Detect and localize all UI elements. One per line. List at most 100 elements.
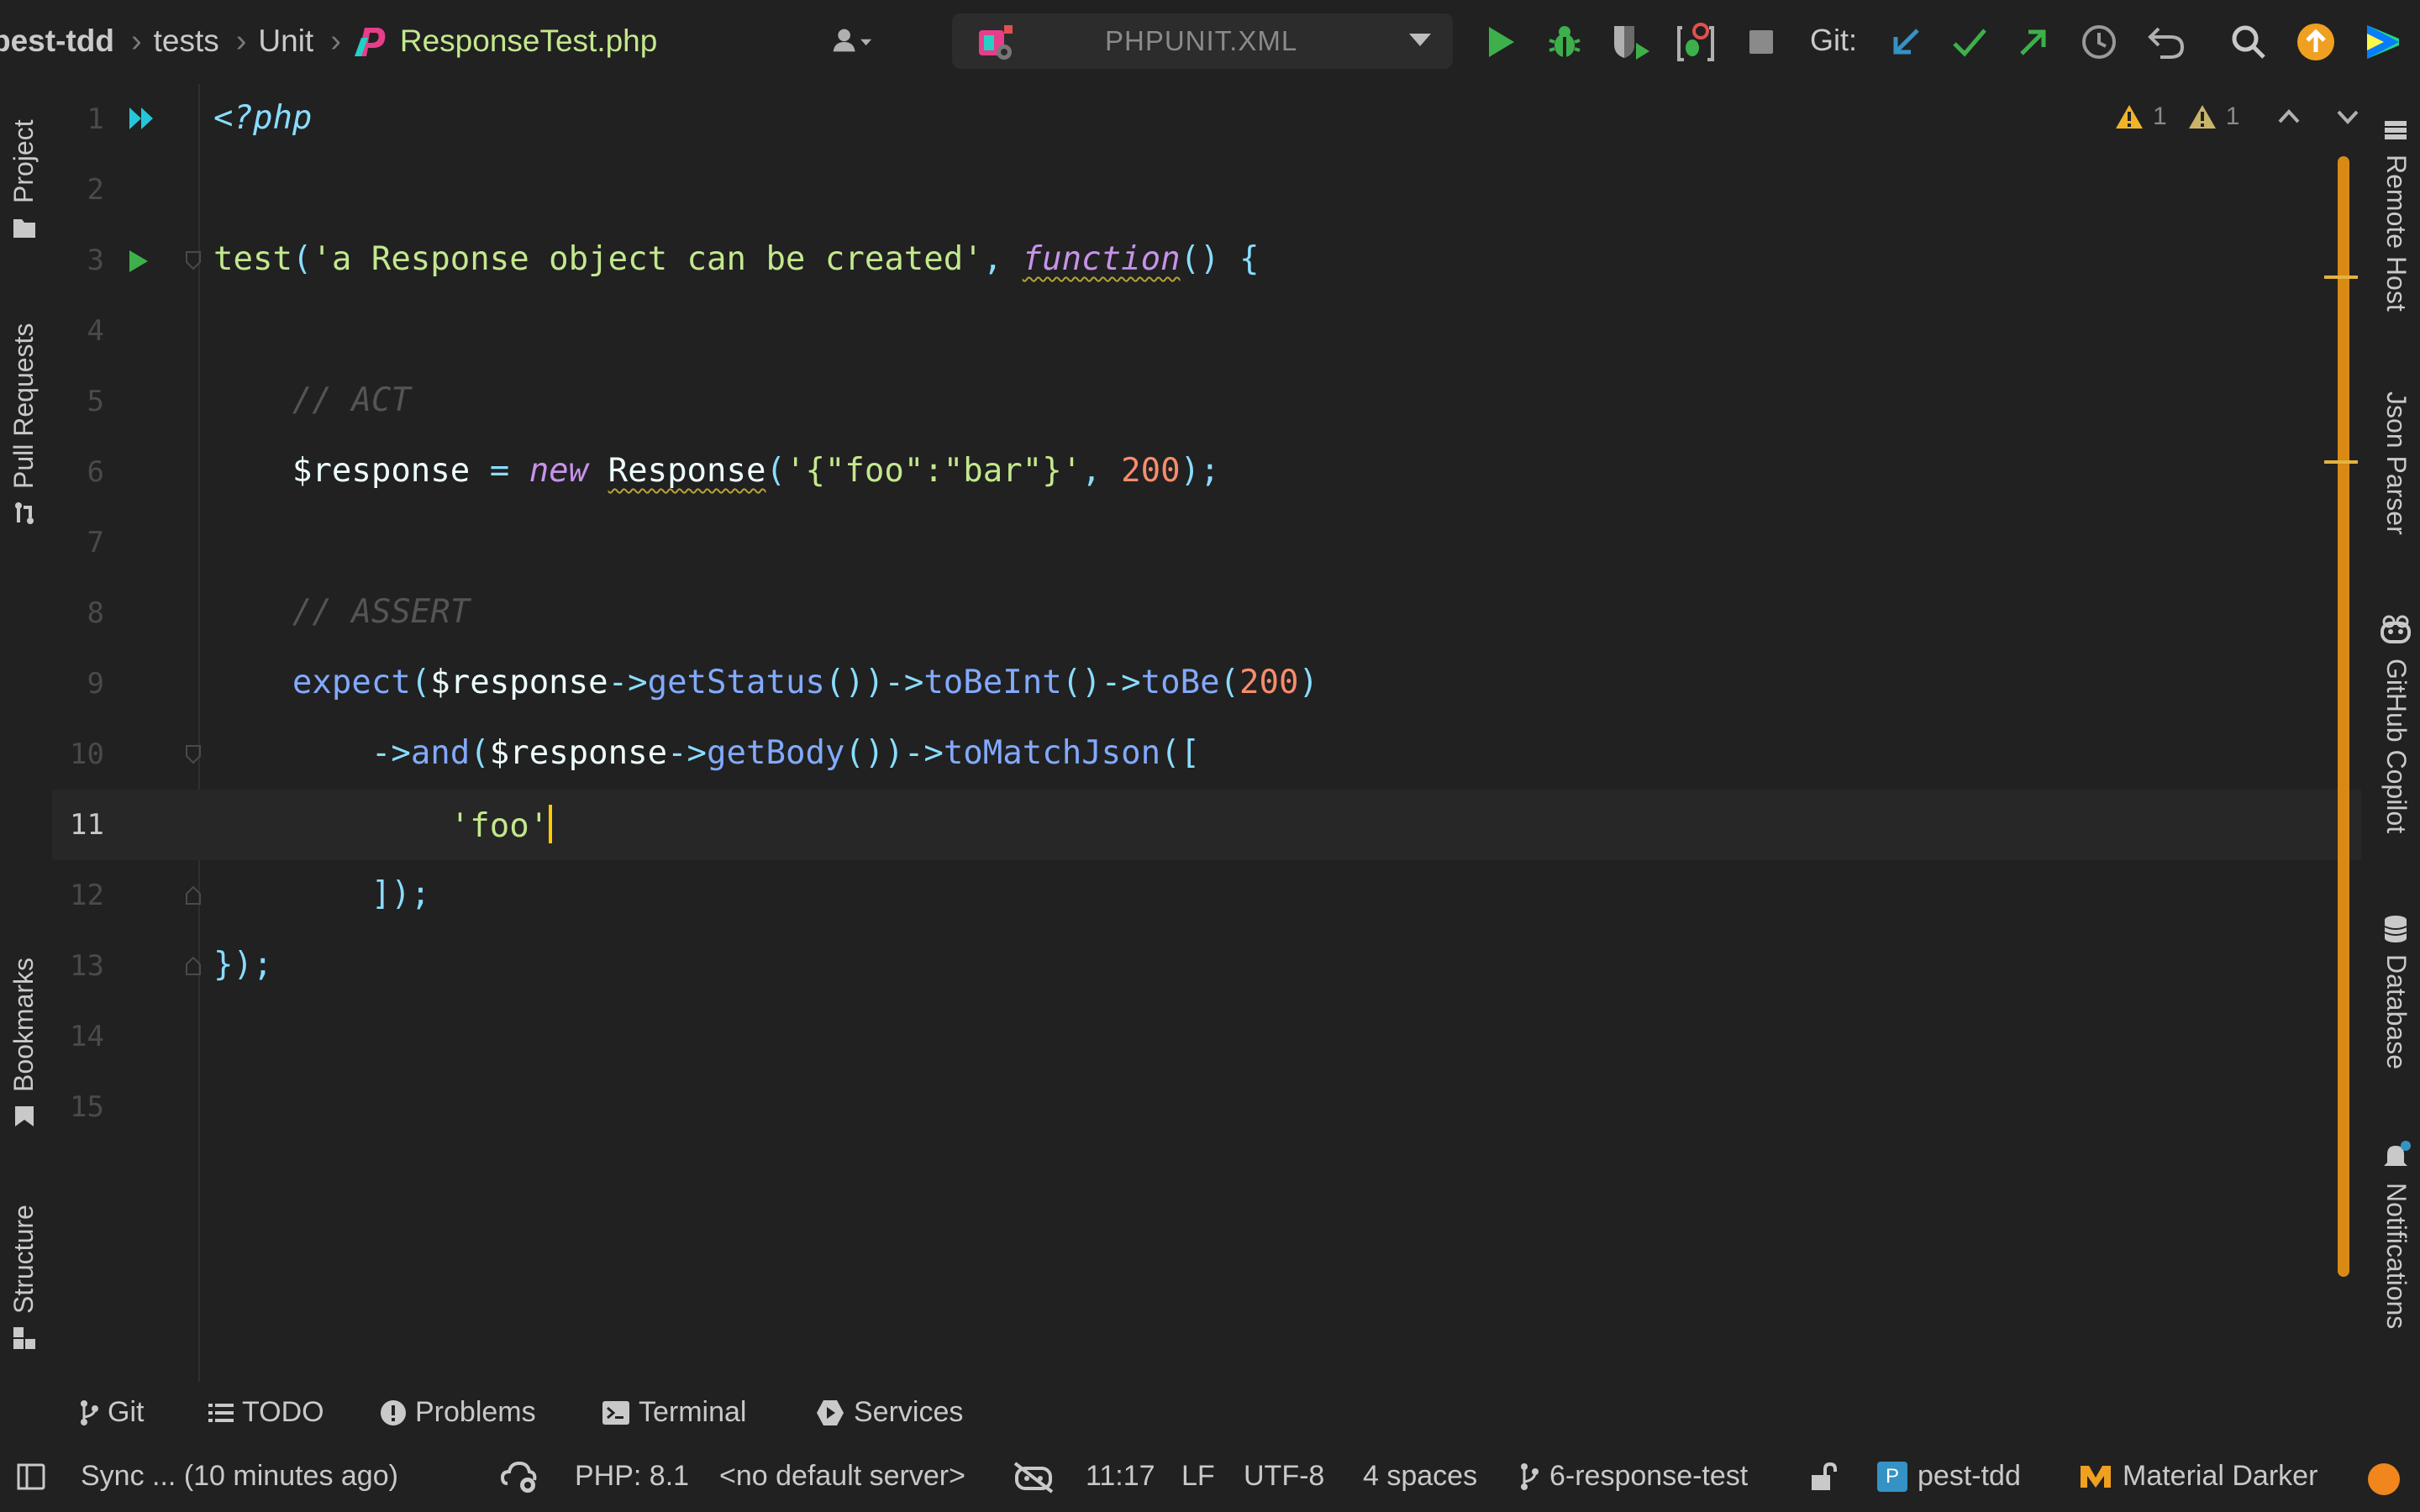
debug-icon[interactable] [1543, 20, 1586, 64]
git-push-icon[interactable] [2012, 20, 2055, 64]
server-icon [2385, 121, 2407, 139]
project-widget[interactable]: P pest-tdd [1877, 1460, 2021, 1493]
inspection-widget[interactable]: 1 1 [2114, 102, 2360, 131]
tool-git[interactable]: Git [79, 1396, 144, 1429]
to-be-int-call: toBeInt [923, 664, 1062, 701]
tool-terminal[interactable]: Terminal [602, 1396, 746, 1429]
theme-widget[interactable]: Material Darker [2079, 1460, 2317, 1493]
deployment-server[interactable]: <no default server> [719, 1460, 965, 1493]
project-badge: P [1877, 1461, 1907, 1492]
code-line[interactable]: 5 // ACT [52, 366, 2361, 437]
tool-todo[interactable]: TODO [208, 1396, 324, 1429]
tool-pull-requests[interactable]: Pull Requests [8, 323, 39, 526]
coverage-icon[interactable] [1608, 20, 1652, 64]
tool-database[interactable]: Database [2381, 916, 2412, 1069]
code-line[interactable]: 13 }); [52, 931, 2361, 1001]
get-body-call: getBody [707, 734, 845, 772]
profile-icon[interactable] [1674, 20, 1718, 64]
run-all-tests-icon[interactable] [128, 106, 158, 131]
tool-notifications-label: Notifications [2381, 1183, 2412, 1330]
fold-start-icon[interactable] [185, 744, 202, 764]
warning-icon [2116, 105, 2143, 129]
tool-remote-host[interactable]: Remote Host [2381, 118, 2412, 312]
code-line[interactable]: 1 <?php [52, 84, 2361, 155]
pull-request-icon [14, 502, 34, 524]
fold-start-icon[interactable] [185, 250, 202, 270]
code-editor[interactable]: 1 <?php 2 3 test('a Response object can … [52, 84, 2361, 1382]
tool-git-label: Git [108, 1396, 145, 1428]
current-code-line[interactable]: 11 'foo' [52, 790, 2361, 860]
class-response: Response [608, 452, 766, 490]
file-encoding[interactable]: UTF-8 [1244, 1460, 1324, 1493]
account-icon[interactable] [832, 20, 876, 64]
and-call: and [410, 734, 471, 772]
tool-notifications[interactable]: Notifications [2381, 1141, 2412, 1329]
code-line[interactable]: 15 [52, 1072, 2361, 1142]
jetbrains-toolbox-icon[interactable] [2361, 20, 2405, 64]
line-separator[interactable]: LF [1181, 1460, 1215, 1493]
folder-icon [13, 219, 35, 238]
stop-icon[interactable] [1739, 20, 1783, 64]
rollback-icon[interactable] [2144, 20, 2188, 64]
line-number: 7 [87, 526, 104, 559]
code-line[interactable]: 12 ]); [52, 860, 2361, 931]
search-icon[interactable] [2227, 20, 2270, 64]
code-line[interactable]: 3 test('a Response object can be created… [52, 225, 2361, 296]
fold-end-icon[interactable] [185, 956, 202, 976]
weak-warning-icon [2188, 105, 2216, 129]
unlock-icon[interactable] [1810, 1462, 1839, 1492]
code-line[interactable]: 6 $response = new Response('{"foo":"bar"… [52, 437, 2361, 507]
run-icon[interactable] [1479, 20, 1523, 64]
run-test-icon[interactable] [128, 249, 150, 274]
code-line[interactable]: 2 [52, 155, 2361, 225]
breadcrumb-unit[interactable]: Unit [258, 24, 313, 59]
breadcrumb-file[interactable]: ResponseTest.php [400, 24, 657, 59]
toggle-panels-icon[interactable] [17, 1463, 45, 1490]
variable-response: $response [430, 664, 608, 701]
tool-remote-host-label: Remote Host [2381, 155, 2412, 312]
code-line[interactable]: 7 [52, 507, 2361, 578]
breadcrumb-tests[interactable]: tests [154, 24, 219, 59]
code-line[interactable]: 9 expect($response->getStatus())->toBeIn… [52, 648, 2361, 719]
notification-indicator-icon[interactable] [2368, 1463, 2400, 1495]
php-cloud-icon[interactable] [501, 1458, 538, 1495]
fold-end-icon[interactable] [185, 885, 202, 906]
cursor-position[interactable]: 11:17 [1086, 1460, 1155, 1493]
tool-bookmarks[interactable]: Bookmarks [8, 958, 39, 1129]
code-line[interactable]: 4 [52, 296, 2361, 366]
sync-status[interactable]: Sync ... (10 minutes ago) [81, 1460, 398, 1493]
test-name-string: 'a Response object can be created' [312, 240, 983, 278]
ide-update-icon[interactable] [2294, 20, 2338, 64]
line-number: 11 [70, 808, 104, 842]
tool-json-parser-label: Json Parser [2381, 391, 2412, 535]
indent-setting[interactable]: 4 spaces [1363, 1460, 1477, 1493]
git-commit-icon[interactable] [1948, 20, 1991, 64]
tool-services[interactable]: Services [815, 1396, 963, 1429]
warning-marker[interactable] [2324, 276, 2358, 279]
tool-json-parser[interactable]: Json Parser [2381, 391, 2412, 535]
tool-github-copilot[interactable]: GitHub Copilot [2381, 613, 2412, 833]
code-line[interactable]: 10 ->and($response->getBody())->toMatchJ… [52, 719, 2361, 790]
editor-scrollbar[interactable] [2338, 156, 2349, 1277]
history-icon[interactable] [2077, 20, 2121, 64]
git-branch-widget[interactable]: 6-response-test [1519, 1460, 1748, 1493]
tool-project[interactable]: Project [8, 119, 39, 240]
chevron-right-icon: › [130, 23, 142, 59]
line-number: 3 [87, 244, 104, 277]
theme-name: Material Darker [2123, 1460, 2318, 1492]
tool-structure[interactable]: Structure [8, 1205, 39, 1351]
php-version[interactable]: PHP: 8.1 [575, 1460, 689, 1493]
line-number: 6 [87, 455, 104, 489]
code-line[interactable]: 14 [52, 1001, 2361, 1072]
run-config-select[interactable]: PHPUNIT.XML [952, 13, 1453, 69]
git-update-icon[interactable] [1884, 20, 1928, 64]
tool-structure-label: Structure [8, 1205, 39, 1314]
tool-problems[interactable]: Problems [380, 1396, 536, 1429]
warning-marker[interactable] [2324, 460, 2358, 464]
code-line[interactable]: 8 // ASSERT [52, 578, 2361, 648]
breadcrumb-project[interactable]: pest-tdd [0, 24, 114, 59]
tool-bookmarks-label: Bookmarks [8, 957, 39, 1092]
copilot-disabled-icon[interactable] [1012, 1460, 1055, 1494]
chevron-up-icon[interactable] [2276, 108, 2302, 125]
chevron-down-icon[interactable] [2335, 108, 2360, 125]
